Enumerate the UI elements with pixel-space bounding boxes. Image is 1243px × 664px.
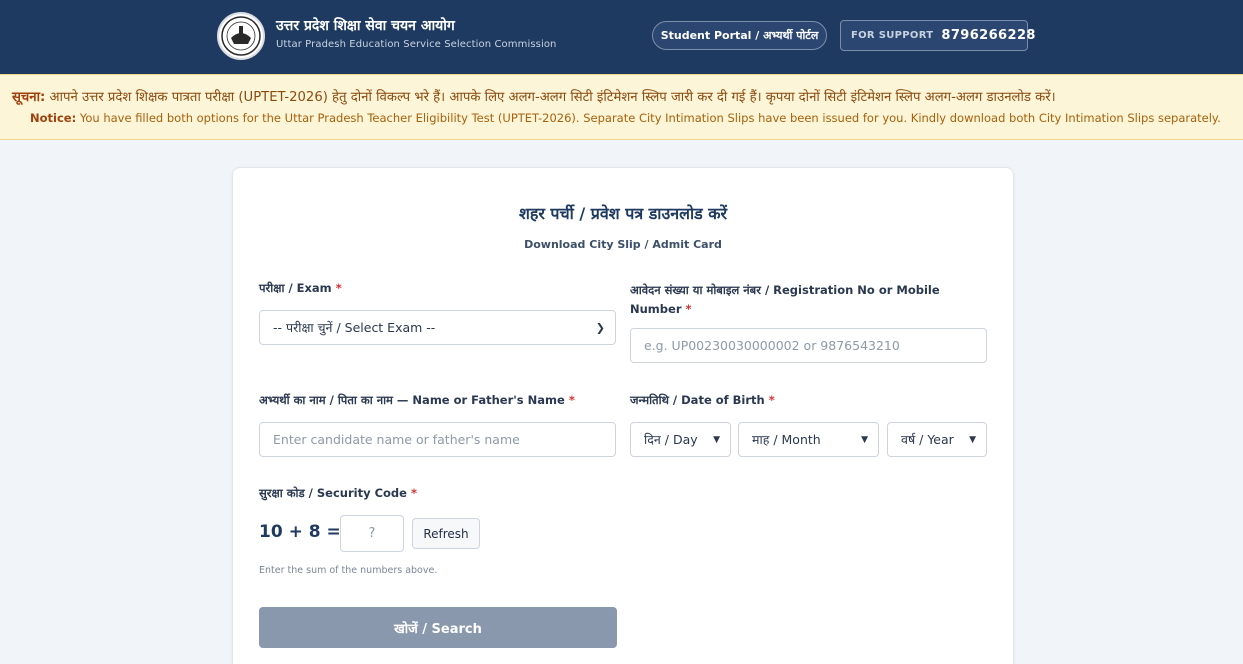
- dob-day-value: दिन / Day: [644, 432, 698, 447]
- org-name-hindi: उत्तर प्रदेश शिक्षा सेवा चयन आयोग: [276, 18, 455, 34]
- captcha-refresh-button[interactable]: Refresh: [412, 518, 480, 549]
- dob-year-select[interactable]: वर्ष / Year ▼: [887, 422, 987, 457]
- chevron-down-icon: ❯: [595, 321, 605, 334]
- name-input[interactable]: Enter candidate name or father's name: [259, 422, 616, 457]
- notice-banner: सूचना: आपने उत्तर प्रदेश शिक्षक पात्रता …: [0, 74, 1243, 140]
- support-label: FOR SUPPORT: [851, 30, 934, 41]
- caret-down-icon: ▼: [861, 434, 868, 445]
- required-marker: *: [768, 393, 775, 407]
- dob-label: जन्मतिथि / Date of Birth *: [630, 393, 775, 408]
- captcha-expression: 10 + 8 =: [259, 522, 341, 542]
- form-title: शहर पर्ची / प्रवेश पत्र डाउनलोड करें: [518, 204, 728, 223]
- dob-label-text: जन्मतिथि / Date of Birth: [630, 393, 765, 407]
- notice-english-prefix: Notice:: [30, 111, 77, 125]
- name-label: अभ्यर्थी का नाम / पिता का नाम — Name or …: [259, 393, 575, 408]
- caret-down-icon: ▼: [713, 434, 720, 445]
- notice-english: Notice: You have filled both options for…: [30, 111, 1221, 125]
- download-form-card: शहर पर्ची / प्रवेश पत्र डाउनलोड करें Dow…: [232, 167, 1014, 664]
- exam-select[interactable]: -- परीक्षा चुनें / Select Exam -- ❯: [259, 310, 616, 345]
- student-portal-button[interactable]: Student Portal / अभ्यर्थी पोर्टल: [652, 21, 827, 50]
- captcha-label-text: सुरक्षा कोड / Security Code: [259, 486, 407, 500]
- notice-english-text: You have filled both options for the Utt…: [79, 111, 1221, 125]
- required-marker: *: [410, 486, 417, 500]
- registration-label-line2: Number: [630, 302, 682, 316]
- notice-hindi-text: आपने उत्तर प्रदेश शिक्षक पात्रता परीक्षा…: [49, 90, 1056, 105]
- exam-label-text: परीक्षा / Exam: [259, 281, 332, 295]
- support-phone-number[interactable]: 8796266228: [941, 28, 1035, 43]
- support-box: FOR SUPPORT 8796266228: [840, 20, 1035, 51]
- registration-input[interactable]: e.g. UP00230030000002 or 9876543210: [630, 328, 987, 363]
- dob-day-select[interactable]: दिन / Day ▼: [630, 422, 731, 457]
- exam-label: परीक्षा / Exam *: [259, 281, 342, 296]
- captcha-hint: Enter the sum of the numbers above.: [259, 565, 438, 576]
- top-header: उत्तर प्रदेश शिक्षा सेवा चयन आयोग Uttar …: [0, 0, 1243, 74]
- name-input-placeholder: Enter candidate name or father's name: [273, 432, 520, 447]
- dob-month-value: माह / Month: [752, 432, 821, 447]
- registration-label: आवेदन संख्या या मोबाइल नंबर / Registrati…: [630, 281, 940, 319]
- notice-hindi: सूचना: आपने उत्तर प्रदेश शिक्षक पात्रता …: [12, 87, 1056, 105]
- org-name-english: Uttar Pradesh Education Service Selectio…: [276, 39, 557, 50]
- captcha-answer-input[interactable]: ?: [340, 515, 404, 552]
- captcha-label: सुरक्षा कोड / Security Code *: [259, 486, 417, 501]
- dob-year-value: वर्ष / Year: [901, 432, 954, 447]
- required-marker: *: [335, 281, 342, 295]
- search-button[interactable]: खोजें / Search: [259, 607, 617, 648]
- up-state-emblem-icon: [217, 12, 265, 60]
- exam-select-value: -- परीक्षा चुनें / Select Exam --: [273, 320, 436, 335]
- dob-month-select[interactable]: माह / Month ▼: [738, 422, 879, 457]
- form-subtitle: Download City Slip / Admit Card: [524, 238, 722, 251]
- notice-hindi-prefix: सूचना:: [12, 90, 46, 105]
- required-marker: *: [568, 393, 575, 407]
- registration-label-line1: आवेदन संख्या या मोबाइल नंबर / Registrati…: [630, 283, 940, 297]
- required-marker: *: [685, 302, 692, 316]
- registration-input-placeholder: e.g. UP00230030000002 or 9876543210: [644, 338, 900, 353]
- name-label-text: अभ्यर्थी का नाम / पिता का नाम — Name or …: [259, 393, 565, 407]
- caret-down-icon: ▼: [969, 434, 976, 445]
